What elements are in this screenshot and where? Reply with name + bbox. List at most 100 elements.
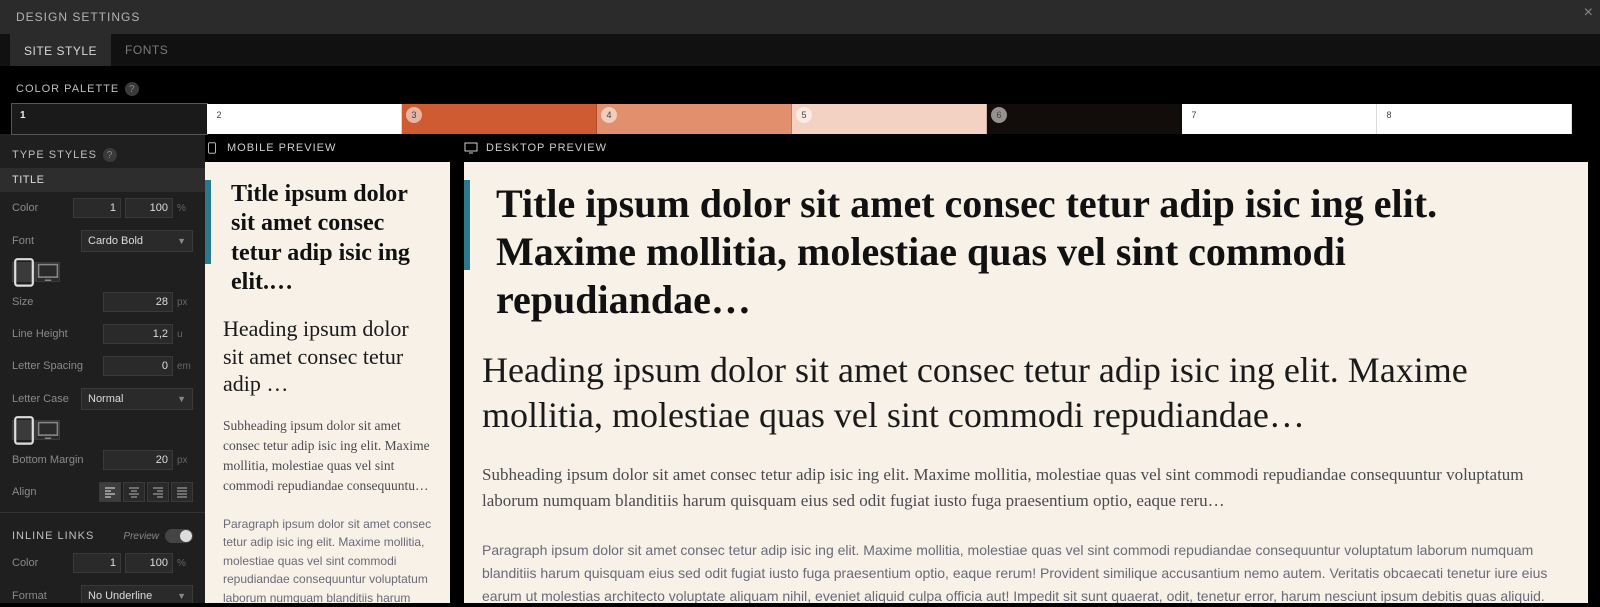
row-size: Size px <box>0 286 205 318</box>
label-link-color: Color <box>12 557 38 569</box>
panel-header: DESIGN SETTINGS × <box>0 0 1600 34</box>
mobile-preview-label: MOBILE PREVIEW <box>227 142 336 154</box>
chevron-down-icon: ▼ <box>177 236 186 246</box>
color-palette-header: COLOR PALETTE ? <box>0 66 1600 104</box>
preview-title: Title ipsum dolor sit amet consec tetur … <box>482 180 1570 324</box>
letter-spacing-input[interactable] <box>103 356 173 376</box>
unit-em: em <box>177 361 193 372</box>
mobile-icon <box>205 142 219 154</box>
type-styles-header: TYPE STYLES ? <box>0 134 205 168</box>
font-select[interactable]: Cardo Bold ▼ <box>81 230 193 252</box>
color-opacity-input[interactable] <box>125 198 173 218</box>
row-align: Align <box>0 476 205 508</box>
row-letter-spacing: Letter Spacing em <box>0 350 205 382</box>
row-font: Font Cardo Bold ▼ <box>0 224 205 258</box>
tab-label: SITE STYLE <box>24 44 97 58</box>
device-desktop-button[interactable] <box>36 262 60 282</box>
bottom-margin-input[interactable] <box>103 450 173 470</box>
title-accent-bar <box>464 180 470 270</box>
color-palette: 1 2 3 4 5 6 7 8 <box>0 104 1600 134</box>
sidebar: TYPE STYLES ? TITLE Color % Font Cardo B… <box>0 134 205 603</box>
row-link-color: Color % <box>0 547 205 579</box>
preview-paragraph: Paragraph ipsum dolor sit amet consec te… <box>223 515 432 603</box>
color-swatch-4[interactable]: 4 <box>597 104 792 134</box>
unit-px: px <box>177 455 193 466</box>
color-swatch-input[interactable] <box>73 198 121 218</box>
swatch-number: 1 <box>20 110 26 121</box>
preview-heading: Heading ipsum dolor sit amet consec tetu… <box>482 348 1570 438</box>
device-mobile-button[interactable] <box>12 262 36 282</box>
label-line-height: Line Height <box>12 328 68 340</box>
color-palette-label: COLOR PALETTE <box>16 83 119 95</box>
align-right-button[interactable] <box>147 482 169 502</box>
link-color-input[interactable] <box>73 553 121 573</box>
device-toggle <box>0 258 205 286</box>
help-icon[interactable]: ? <box>103 148 117 162</box>
type-style-group[interactable]: TITLE <box>0 168 205 192</box>
size-input[interactable] <box>103 292 173 312</box>
label-link-format: Format <box>12 590 47 602</box>
divider <box>0 512 205 513</box>
tab-fonts[interactable]: FONTS <box>111 34 182 66</box>
mobile-preview-page: Title ipsum dolor sit amet consec tetur … <box>205 162 450 603</box>
inline-links-header: INLINE LINKS Preview <box>0 517 205 547</box>
help-icon[interactable]: ? <box>125 82 139 96</box>
color-swatch-8[interactable]: 8 <box>1377 104 1572 134</box>
device-desktop-button[interactable] <box>36 420 60 440</box>
preview-paragraph: Paragraph ipsum dolor sit amet consec te… <box>482 539 1570 603</box>
swatch-number: 4 <box>601 107 617 123</box>
mobile-preview-column: MOBILE PREVIEW Title ipsum dolor sit ame… <box>205 134 450 603</box>
swatch-number: 6 <box>991 107 1007 123</box>
color-swatch-6[interactable]: 6 <box>987 104 1182 134</box>
preview-subheading: Subheading ipsum dolor sit amet consec t… <box>482 462 1570 515</box>
swatch-number: 3 <box>406 107 422 123</box>
color-swatch-3[interactable]: 3 <box>402 104 597 134</box>
chevron-down-icon: ▼ <box>177 394 186 404</box>
label-size: Size <box>12 296 33 308</box>
mobile-preview-header: MOBILE PREVIEW <box>205 134 450 162</box>
align-justify-button[interactable] <box>171 482 193 502</box>
letter-case-select[interactable]: Normal ▼ <box>81 388 193 410</box>
swatch-number: 7 <box>1186 107 1202 123</box>
link-format-value: No Underline <box>88 590 152 602</box>
chevron-down-icon: ▼ <box>177 591 186 601</box>
desktop-preview-label: DESKTOP PREVIEW <box>486 142 607 154</box>
color-swatch-1[interactable]: 1 <box>12 104 207 134</box>
panel-title: DESIGN SETTINGS <box>16 10 140 24</box>
align-center-button[interactable] <box>123 482 145 502</box>
row-link-format: Format No Underline ▼ <box>0 579 205 603</box>
preview-heading: Heading ipsum dolor sit amet consec tetu… <box>223 315 432 398</box>
row-line-height: Line Height u <box>0 318 205 350</box>
preview-toggle-label: Preview <box>123 531 159 542</box>
preview-subheading: Subheading ipsum dolor sit amet consec t… <box>223 416 432 497</box>
swatch-number: 8 <box>1381 107 1397 123</box>
label-color: Color <box>12 202 38 214</box>
font-value: Cardo Bold <box>88 235 143 247</box>
inline-links-label: INLINE LINKS <box>12 530 94 542</box>
tab-site-style[interactable]: SITE STYLE <box>10 34 111 66</box>
unit-percent: % <box>177 558 193 569</box>
letter-case-value: Normal <box>88 393 123 405</box>
label-font: Font <box>12 235 34 247</box>
link-format-select[interactable]: No Underline ▼ <box>81 585 193 603</box>
device-mobile-button[interactable] <box>12 420 36 440</box>
row-color: Color % <box>0 192 205 224</box>
desktop-icon <box>464 142 478 154</box>
color-swatch-2[interactable]: 2 <box>207 104 402 134</box>
link-opacity-input[interactable] <box>125 553 173 573</box>
unit-px: px <box>177 297 193 308</box>
desktop-preview-page: Title ipsum dolor sit amet consec tetur … <box>464 162 1588 603</box>
color-swatch-7[interactable]: 7 <box>1182 104 1377 134</box>
preview-toggle[interactable] <box>165 529 193 543</box>
desktop-preview-header: DESKTOP PREVIEW <box>464 134 1588 162</box>
swatch-number: 2 <box>211 107 227 123</box>
swatch-number: 5 <box>796 107 812 123</box>
label-bottom-margin: Bottom Margin <box>12 454 84 466</box>
align-left-button[interactable] <box>99 482 121 502</box>
desktop-preview-column: DESKTOP PREVIEW Title ipsum dolor sit am… <box>464 134 1588 603</box>
label-letter-spacing: Letter Spacing <box>12 360 83 372</box>
type-styles-label: TYPE STYLES <box>12 149 97 161</box>
line-height-input[interactable] <box>103 324 173 344</box>
color-swatch-5[interactable]: 5 <box>792 104 987 134</box>
close-icon[interactable]: × <box>1584 4 1594 22</box>
